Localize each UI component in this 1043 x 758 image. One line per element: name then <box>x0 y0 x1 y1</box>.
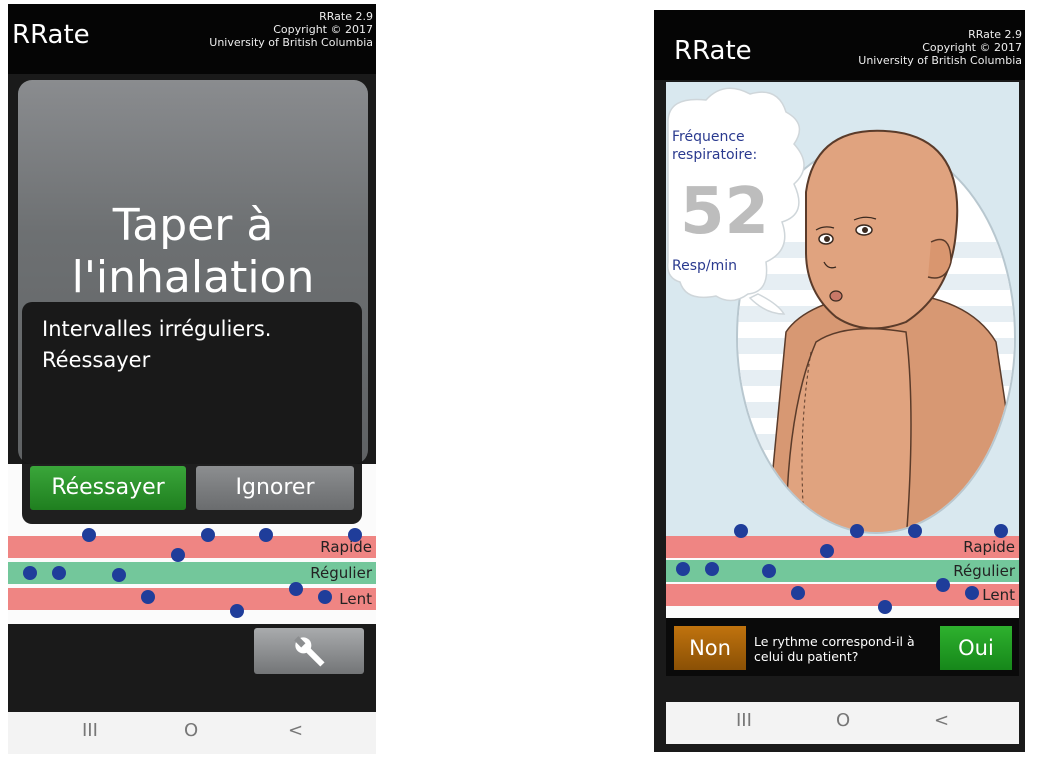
breathing-rate-bands: Rapide Régulier Lent <box>666 524 1019 618</box>
back-button[interactable]: < <box>288 720 303 741</box>
breath-dot <box>908 524 922 538</box>
institution-label: University of British Columbia <box>209 36 373 49</box>
band-label-fast: Rapide <box>963 538 1015 556</box>
breath-dot <box>994 524 1008 538</box>
app-header: RRate RRate 2.9 Copyright © 2017 Univers… <box>654 10 1025 80</box>
breath-dot <box>676 562 690 576</box>
respiratory-rate-value: 52 <box>680 175 770 249</box>
band-label-fast: Rapide <box>320 538 372 556</box>
breath-dot <box>201 528 215 542</box>
dialog-message: Intervalles irréguliers. Réessayer <box>42 317 272 372</box>
breath-dot <box>705 562 719 576</box>
band-label-regular: Régulier <box>953 562 1015 580</box>
version-info: RRate 2.9 Copyright © 2017 University of… <box>762 28 1022 67</box>
breath-dot <box>791 586 805 600</box>
android-nav-bar: III O < <box>8 712 376 754</box>
breath-dot <box>141 590 155 604</box>
infant-illustration-scene: Fréquence respiratoire: 52 Resp/min <box>666 82 1019 536</box>
breath-dot <box>318 590 332 604</box>
retry-button[interactable]: Réessayer <box>30 466 186 510</box>
back-button[interactable]: < <box>934 710 949 731</box>
breath-dot <box>230 604 244 618</box>
breath-dot <box>112 568 126 582</box>
home-button[interactable]: O <box>836 710 850 731</box>
ignore-button[interactable]: Ignorer <box>196 466 354 510</box>
respiratory-rate-label: Fréquence respiratoire: <box>672 129 758 163</box>
institution-label: University of British Columbia <box>858 54 1022 67</box>
confirmation-bar: Non Le rythme correspond-il à celui du p… <box>666 618 1019 676</box>
breath-dot <box>259 528 273 542</box>
breath-dot <box>820 544 834 558</box>
band-label-slow: Lent <box>982 586 1015 604</box>
band-label-slow: Lent <box>339 590 372 608</box>
yes-button[interactable]: Oui <box>940 626 1012 670</box>
breath-dot <box>762 564 776 578</box>
breath-dot <box>289 582 303 596</box>
breath-dot <box>82 528 96 542</box>
copyright-label: Copyright © 2017 <box>273 23 373 36</box>
app-header: RRate RRate 2.9 Copyright © 2017 Univers… <box>8 4 376 74</box>
copyright-label: Copyright © 2017 <box>922 41 1022 54</box>
breath-dot <box>348 528 362 542</box>
android-nav-bar: III O < <box>666 702 1019 744</box>
app-logo: RRate <box>674 36 752 66</box>
phone-screen-tap: RRate RRate 2.9 Copyright © 2017 Univers… <box>8 4 376 754</box>
recents-button[interactable]: III <box>82 720 98 741</box>
tap-instruction-text: Taper à l'inhalation <box>71 200 315 303</box>
home-button[interactable]: O <box>184 720 198 741</box>
wrench-icon <box>294 636 325 667</box>
no-button[interactable]: Non <box>674 626 746 670</box>
phone-screen-result: RRate RRate 2.9 Copyright © 2017 Univers… <box>654 10 1025 752</box>
version-info: RRate 2.9 Copyright © 2017 University of… <box>113 10 373 49</box>
app-logo: RRate <box>12 20 90 50</box>
breath-dot <box>965 586 979 600</box>
breath-dot <box>23 566 37 580</box>
breath-dot <box>878 600 892 614</box>
version-label: RRate 2.9 <box>319 10 373 23</box>
respiratory-rate-unit: Resp/min <box>672 258 738 274</box>
breath-dot <box>52 566 66 580</box>
confirmation-question: Le rythme correspond-il à celui du patie… <box>754 634 915 664</box>
breath-dot <box>171 548 185 562</box>
version-label: RRate 2.9 <box>968 28 1022 41</box>
breath-dot <box>734 524 748 538</box>
breath-dot <box>850 524 864 538</box>
recents-button[interactable]: III <box>736 710 752 731</box>
settings-button[interactable] <box>254 628 364 674</box>
band-label-regular: Régulier <box>310 564 372 582</box>
breath-dot <box>936 578 950 592</box>
irregular-intervals-dialog: Intervalles irréguliers. Réessayer Réess… <box>22 302 362 524</box>
